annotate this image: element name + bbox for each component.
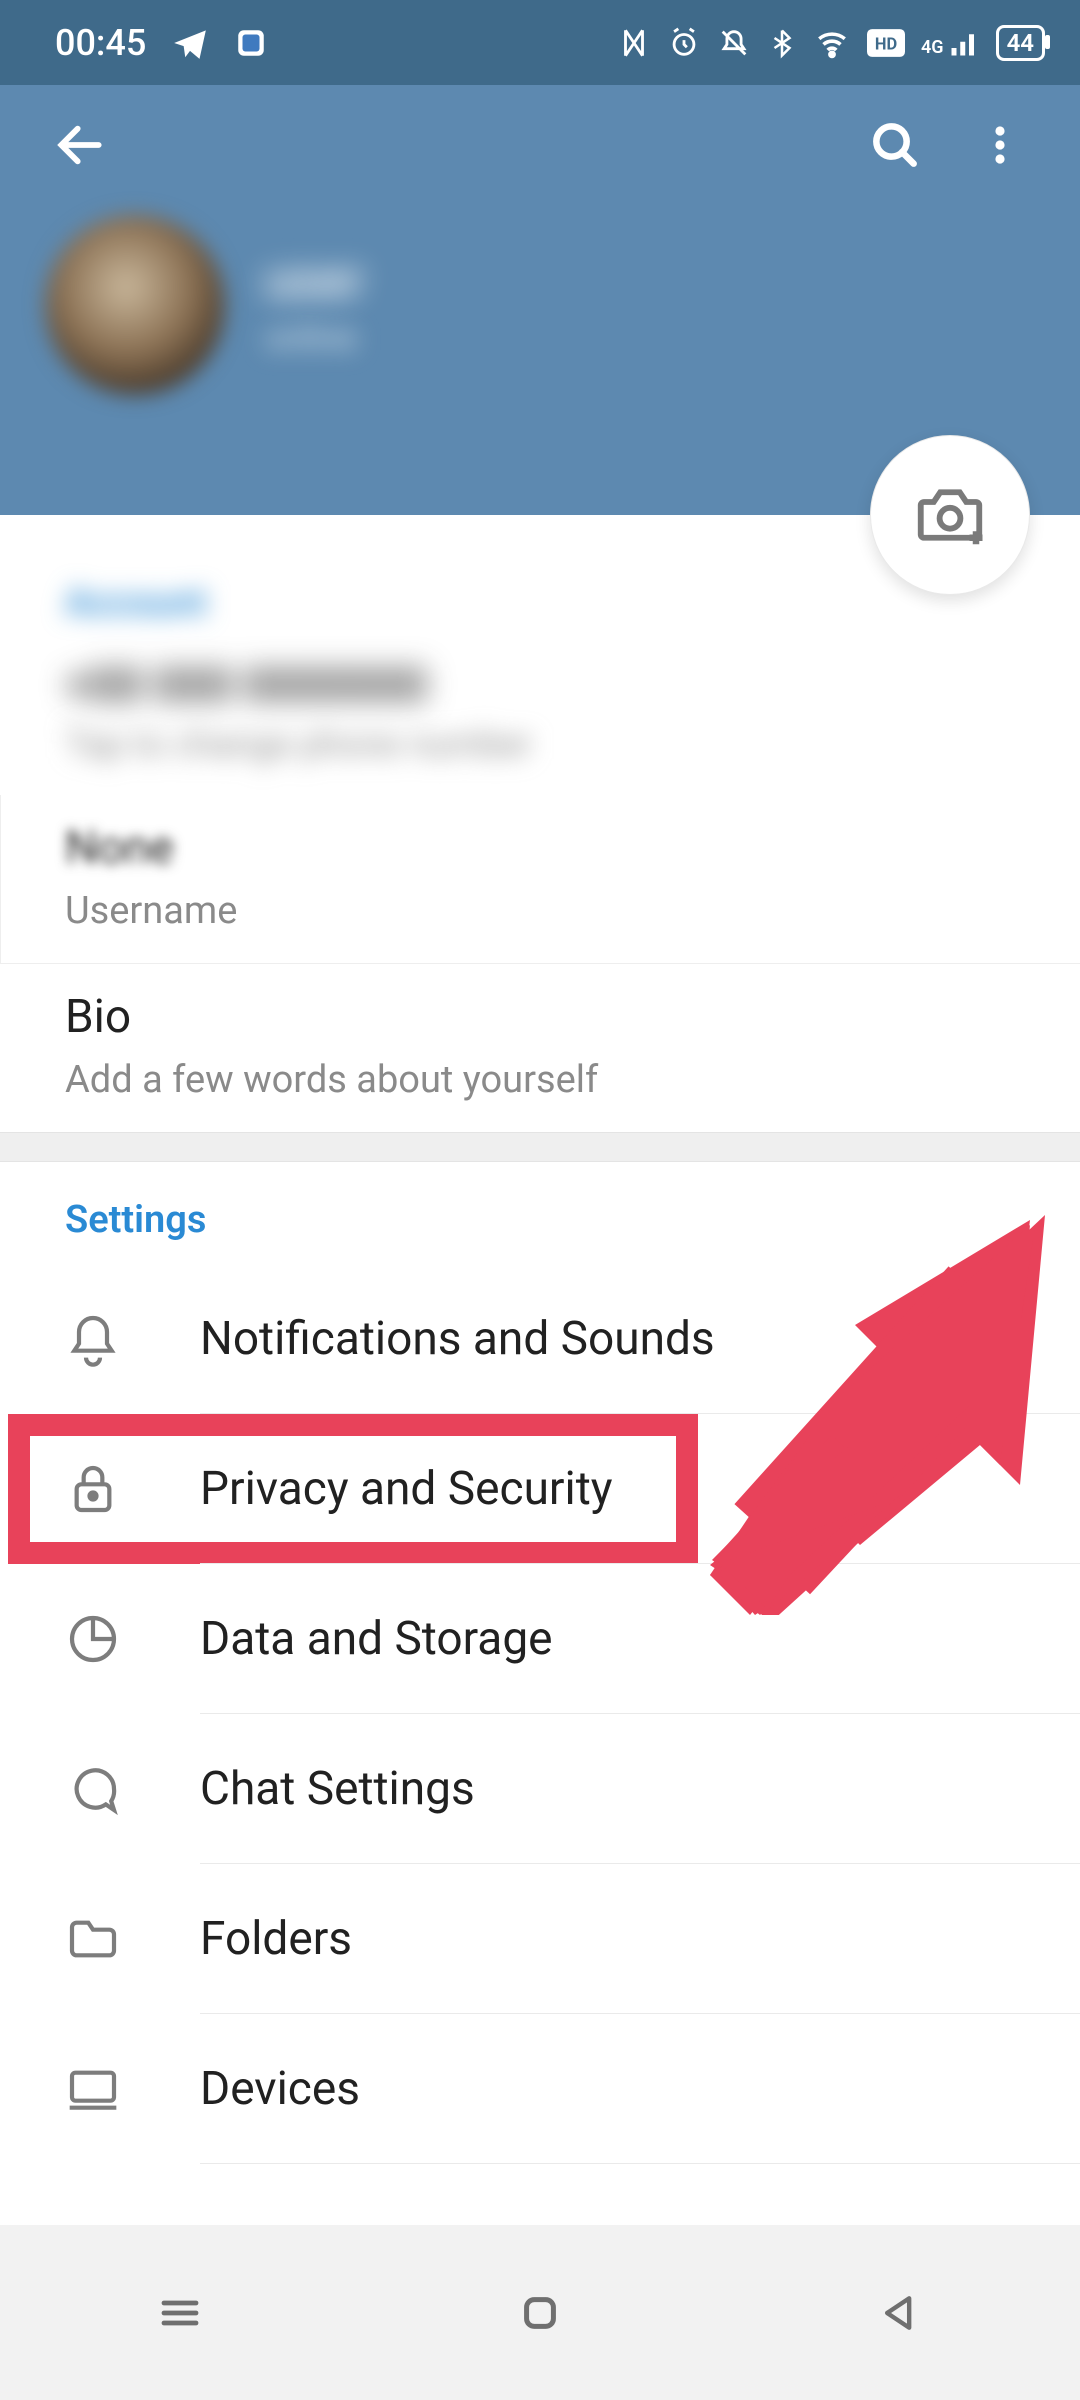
profile-text: user online xyxy=(265,252,364,358)
account-section-title: Account xyxy=(0,545,1080,647)
profile-status: online xyxy=(265,318,364,358)
hd-icon: HD xyxy=(867,28,905,58)
nav-back-button[interactable] xyxy=(840,2273,960,2353)
settings-item-notifications[interactable]: Notifications and Sounds xyxy=(0,1264,1080,1414)
status-left: 00:45 xyxy=(55,22,268,64)
profile-row[interactable]: user online xyxy=(0,205,1080,405)
bio-hint: Add a few words about yourself xyxy=(65,1058,1015,1102)
devices-icon xyxy=(65,2061,121,2117)
battery-indicator: 44 xyxy=(996,25,1045,61)
folder-icon xyxy=(65,1911,121,1967)
username-label: Username xyxy=(65,889,1015,933)
nav-home-button[interactable] xyxy=(480,2273,600,2353)
bluetooth-icon xyxy=(767,25,797,61)
alarm-icon xyxy=(667,26,701,60)
back-button[interactable] xyxy=(40,105,120,185)
more-options-button[interactable] xyxy=(960,105,1040,185)
mute-icon xyxy=(717,26,751,60)
settings-label: Privacy and Security xyxy=(200,1462,613,1516)
telegram-icon xyxy=(171,24,209,62)
settings-label: Folders xyxy=(200,1912,352,1966)
settings-item-privacy[interactable]: Privacy and Security xyxy=(0,1414,1080,1564)
system-nav-bar xyxy=(0,2225,1080,2400)
settings-label: Devices xyxy=(200,2062,360,2116)
wifi-icon xyxy=(813,26,851,60)
settings-label: Chat Settings xyxy=(200,1762,475,1816)
bio-row[interactable]: Bio Add a few words about yourself xyxy=(0,963,1080,1132)
settings-item-devices[interactable]: Devices xyxy=(0,2014,1080,2164)
username-row[interactable]: None Username xyxy=(0,795,1080,963)
settings-label: Data and Storage xyxy=(200,1612,553,1666)
settings-section-title: Settings xyxy=(0,1162,1080,1264)
svg-text:HD: HD xyxy=(875,35,897,54)
settings-item-chat[interactable]: Chat Settings xyxy=(0,1714,1080,1864)
battery-percent: 44 xyxy=(1007,29,1034,57)
settings-panel: Settings Notifications and Sounds Privac… xyxy=(0,1162,1080,2164)
app-bar xyxy=(0,85,1080,205)
pie-chart-icon xyxy=(65,1611,121,1667)
status-right: HD 4G 44 xyxy=(617,25,1045,61)
avatar[interactable] xyxy=(45,215,225,395)
screen: 00:45 HD xyxy=(0,0,1080,2400)
search-button[interactable] xyxy=(855,105,935,185)
phone-value: +00 000 0000000 xyxy=(65,659,1015,713)
profile-header: user online xyxy=(0,85,1080,515)
settings-item-data[interactable]: Data and Storage xyxy=(0,1564,1080,1714)
settings-label: Notifications and Sounds xyxy=(200,1312,715,1366)
nfc-icon xyxy=(617,26,651,60)
phone-hint: Tap to change phone number xyxy=(65,723,1015,765)
username-value: None xyxy=(65,821,1015,875)
status-time: 00:45 xyxy=(55,22,146,64)
bio-value: Bio xyxy=(65,990,1015,1044)
phone-row[interactable]: +00 000 0000000 Tap to change phone numb… xyxy=(0,647,1080,795)
settings-list: Notifications and Sounds Privacy and Sec… xyxy=(0,1264,1080,2164)
settings-item-folders[interactable]: Folders xyxy=(0,1864,1080,2014)
account-panel: Account +00 000 0000000 Tap to change ph… xyxy=(0,515,1080,1132)
nav-recent-button[interactable] xyxy=(120,2273,240,2353)
lock-icon xyxy=(65,1461,121,1517)
status-bar: 00:45 HD xyxy=(0,0,1080,85)
profile-name: user xyxy=(265,252,364,310)
app-icon xyxy=(234,26,268,60)
bell-icon xyxy=(65,1311,121,1367)
chat-icon xyxy=(65,1761,121,1817)
network-label: 4G xyxy=(921,37,944,58)
signal-icon: 4G xyxy=(921,28,980,58)
section-gap xyxy=(0,1132,1080,1162)
